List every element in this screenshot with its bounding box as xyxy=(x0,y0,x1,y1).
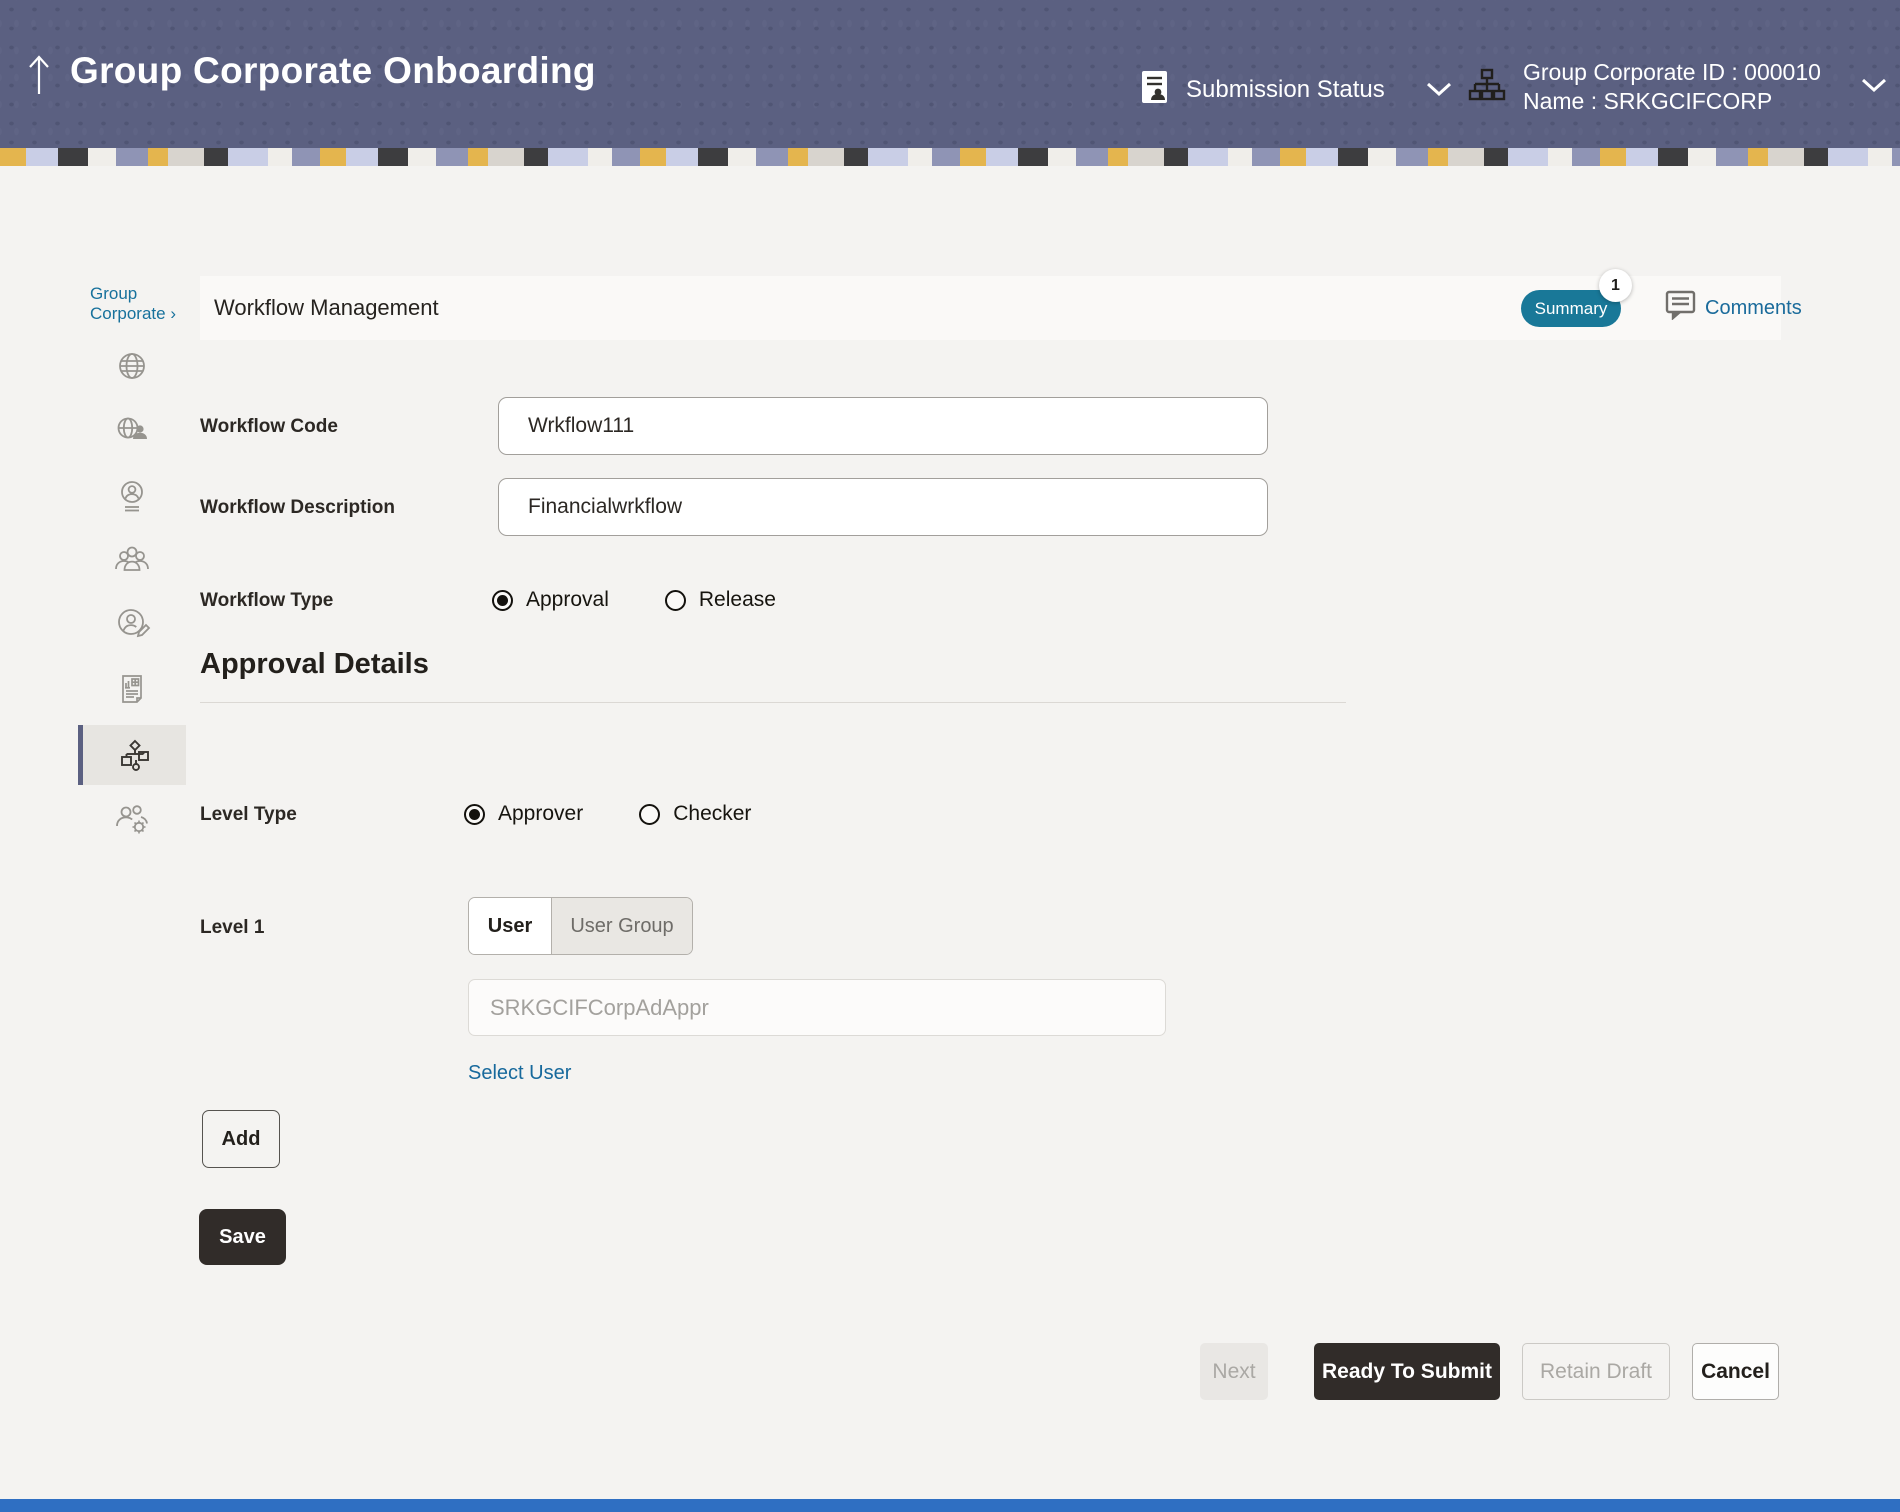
add-button[interactable]: Add xyxy=(202,1110,280,1168)
summary-button-label: Summary xyxy=(1534,298,1608,318)
breadcrumb[interactable]: Group Corporate › xyxy=(90,284,194,324)
workflow-titlebar: Workflow Management Summary 1 Comments xyxy=(200,269,1802,340)
user-usergroup-toggle: User User Group xyxy=(468,897,693,955)
radio-approver-label: Approver xyxy=(498,802,584,825)
corporate-name-text: Name : SRKGCIFCORP xyxy=(1523,88,1773,114)
workflow-code-input[interactable] xyxy=(498,397,1268,455)
radio-release-label: Release xyxy=(698,588,776,611)
next-button[interactable]: Next xyxy=(1200,1343,1268,1400)
radio-approver[interactable] xyxy=(464,803,485,825)
app-title: Group Corporate Onboarding xyxy=(70,50,596,91)
user-edit-icon xyxy=(112,603,152,643)
sidebar-item-workflow-management[interactable] xyxy=(78,725,186,785)
level-type-label: Level Type xyxy=(200,804,297,825)
user-profile-icon xyxy=(112,476,152,516)
globe-user-icon xyxy=(112,410,152,450)
level-type-radio-group: Approver Checker xyxy=(464,802,751,826)
submission-status-label: Submission Status xyxy=(1186,76,1385,103)
tab-user[interactable]: User xyxy=(469,898,552,954)
comments-icon xyxy=(1665,290,1697,326)
radio-approval-label: Approval xyxy=(526,588,609,611)
sidebar-item-user-edit[interactable] xyxy=(78,593,186,653)
workflow-description-label: Workflow Description xyxy=(200,497,395,518)
page-title: Workflow Management xyxy=(214,295,439,320)
comments-label: Comments xyxy=(1705,296,1802,319)
user-settings-icon xyxy=(112,799,152,839)
section-divider xyxy=(200,702,1346,703)
ready-to-submit-button[interactable]: Ready To Submit xyxy=(1314,1343,1500,1400)
sidebar-item-user-settings[interactable] xyxy=(78,789,186,849)
hierarchy-icon xyxy=(1468,68,1506,107)
chevron-down-icon xyxy=(1425,76,1453,104)
workflow-icon xyxy=(115,735,155,775)
sidebar-item-corporate-profile[interactable] xyxy=(78,400,186,460)
workflow-code-label: Workflow Code xyxy=(200,416,338,437)
chevron-down-icon xyxy=(1860,77,1888,98)
globe-icon xyxy=(112,346,152,386)
report-icon xyxy=(112,668,152,708)
workflow-description-input[interactable] xyxy=(498,478,1268,536)
decorative-pattern-strip xyxy=(0,148,1900,166)
group-corporate-menu[interactable]: Group Corporate ID : 000010 Name : SRKGC… xyxy=(1468,58,1888,116)
radio-checker[interactable] xyxy=(639,803,661,825)
select-user-link[interactable]: Select User xyxy=(468,1062,571,1085)
tab-user-group[interactable]: User Group xyxy=(552,898,692,954)
workflow-type-radio-group: Approval Release xyxy=(492,588,776,612)
app-header: Group Corporate Onboarding Submission St… xyxy=(0,0,1900,148)
back-arrow-icon[interactable] xyxy=(26,52,52,98)
submission-status-menu[interactable]: Submission Status xyxy=(1140,66,1453,114)
corporate-id-text: Group Corporate ID : 000010 xyxy=(1523,59,1821,85)
workflow-type-label: Workflow Type xyxy=(200,590,334,611)
radio-approval[interactable] xyxy=(492,589,513,611)
users-group-icon xyxy=(112,539,152,579)
approval-details-heading: Approval Details xyxy=(200,648,429,680)
breadcrumb-chevron-icon: › xyxy=(170,304,177,323)
save-button[interactable]: Save xyxy=(199,1209,286,1265)
user-search-input[interactable] xyxy=(468,979,1166,1036)
sidebar-item-user-profile[interactable] xyxy=(78,466,186,526)
cancel-button[interactable]: Cancel xyxy=(1692,1343,1779,1400)
submission-status-icon xyxy=(1140,69,1170,112)
sidebar-item-report[interactable] xyxy=(78,658,186,718)
breadcrumb-label: Group Corporate xyxy=(90,284,166,323)
summary-count-badge: 1 xyxy=(1599,269,1632,302)
level-1-label: Level 1 xyxy=(200,917,265,938)
comments-link[interactable]: Comments xyxy=(1665,276,1802,340)
radio-checker-label: Checker xyxy=(673,802,752,825)
retain-draft-button[interactable]: Retain Draft xyxy=(1522,1343,1670,1400)
radio-release[interactable] xyxy=(664,589,686,611)
sidebar-item-global[interactable] xyxy=(78,336,186,396)
bottom-accent-strip xyxy=(0,1499,1900,1512)
sidebar-item-users[interactable] xyxy=(78,529,186,589)
